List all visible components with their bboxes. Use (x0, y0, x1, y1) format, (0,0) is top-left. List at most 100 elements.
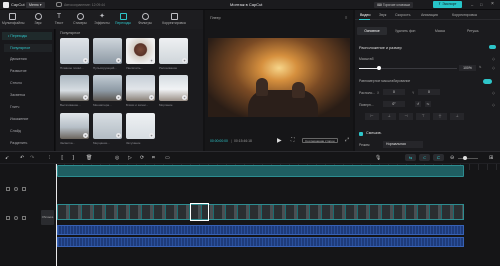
sidebar-item-glitch[interactable]: Глитч (4, 103, 52, 111)
align-left-icon[interactable]: ⊢ (365, 113, 379, 120)
add-icon[interactable]: + (116, 133, 121, 138)
add-icon[interactable]: + (116, 58, 121, 63)
align-center-icon[interactable]: ⊥ (382, 113, 396, 120)
audio-icon[interactable] (22, 216, 26, 220)
delete-icon[interactable]: 🗑 (86, 155, 92, 161)
zoom-slider-handle[interactable] (463, 156, 467, 160)
split-icon[interactable]: ⫶ (49, 155, 50, 161)
tab-speed[interactable]: Скорость (395, 13, 411, 17)
lock-icon[interactable] (6, 187, 10, 191)
tool-audio[interactable]: Звук (28, 11, 48, 28)
keyframe-icon[interactable]: ◇ (492, 65, 495, 70)
align-bottom-icon[interactable]: ⊥ (450, 113, 464, 120)
subtab-basic[interactable]: Основное (357, 27, 387, 35)
transition-thumb[interactable]: + (126, 75, 155, 101)
microphone-icon[interactable]: 🎙 (375, 155, 381, 161)
subtab-remove-bg[interactable]: Удалить фон (395, 27, 415, 35)
tab-video[interactable]: Видео (360, 13, 371, 17)
position-y-field[interactable]: 0 (418, 89, 440, 95)
align-top-icon[interactable]: ⊤ (416, 113, 430, 120)
blend-mode-select[interactable]: Нормальная (383, 141, 423, 148)
add-icon[interactable]: + (182, 95, 187, 100)
eye-icon[interactable] (14, 216, 18, 220)
overlay-clip[interactable] (57, 165, 464, 177)
transition-thumb[interactable]: + (60, 38, 89, 64)
add-icon[interactable]: + (116, 95, 121, 100)
sidebar-item-split[interactable]: Разделить (4, 139, 52, 147)
flip-icon[interactable]: ⇋ (425, 101, 431, 107)
menu-button[interactable]: Меню ▾ (26, 2, 45, 8)
add-icon[interactable]: + (149, 58, 154, 63)
keyframe-icon[interactable]: ◇ (492, 90, 495, 95)
link-clips-icon[interactable]: ⇆ (405, 154, 416, 161)
sidebar-item-glass[interactable]: Стекло (4, 79, 52, 87)
tab-audio[interactable]: Звук (379, 13, 386, 17)
magnet-icon[interactable]: ⊂ (419, 154, 430, 161)
keyframe-icon[interactable]: ◇ (492, 102, 495, 107)
sidebar-header-transitions[interactable]: • Переходы (2, 32, 52, 40)
add-icon[interactable]: + (182, 58, 187, 63)
tool-transitions[interactable]: Переходы (113, 11, 133, 28)
mirror-icon[interactable]: ▷ (128, 155, 132, 161)
keyboard-shortcuts-button[interactable]: ⌨ Горячие клавиши (374, 2, 414, 8)
add-icon[interactable]: + (149, 133, 154, 138)
toggle-section[interactable] (489, 45, 496, 49)
scale-slider-handle[interactable] (377, 66, 381, 70)
menu-icon[interactable]: ≡ (345, 15, 347, 20)
sidebar-item-distort[interactable]: Искажение (4, 115, 52, 123)
add-icon[interactable]: + (83, 133, 88, 138)
export-button[interactable]: ⇪ Экспорт (433, 1, 462, 8)
select-tool-icon[interactable]: ➹ (5, 155, 9, 161)
rotate-field[interactable]: 0° (383, 101, 405, 107)
preview-axis-icon[interactable]: ⊏ (433, 154, 444, 161)
transition-thumb[interactable]: + (126, 113, 155, 139)
stepper-icon[interactable]: ⇅ (479, 65, 482, 69)
tool-filters[interactable]: Фильтры (135, 11, 155, 28)
keyframe-icon[interactable]: ◇ (492, 56, 495, 61)
add-icon[interactable]: + (83, 95, 88, 100)
transition-thumb[interactable]: + (60, 113, 89, 139)
aspect-ratio-button[interactable]: Соотношение сторон (302, 138, 338, 143)
add-icon[interactable]: + (83, 58, 88, 63)
transition-thumb[interactable]: + (60, 75, 89, 101)
video-track[interactable] (57, 204, 464, 220)
blend-checkbox[interactable] (359, 132, 363, 136)
close-button[interactable]: × (491, 1, 494, 7)
tool-effects[interactable]: ✦ Эффекты (92, 11, 112, 28)
tool-adjust[interactable]: Корректировка (160, 11, 188, 28)
selected-clip[interactable] (190, 203, 209, 221)
rotate-icon[interactable]: ⟳ (140, 155, 144, 161)
freeze-icon[interactable]: ◎ (115, 155, 119, 161)
zoom-slider[interactable] (458, 156, 478, 160)
transition-thumb[interactable]: + (93, 38, 122, 64)
uniform-scale-toggle[interactable] (483, 79, 492, 84)
tool-text[interactable]: T Текст (49, 11, 69, 28)
scale-slider-track[interactable] (359, 66, 457, 70)
eye-icon[interactable] (14, 187, 18, 191)
align-middle-icon[interactable]: ┼ (433, 113, 447, 120)
subtab-retouch[interactable]: Ретушь (467, 27, 479, 35)
transition-thumb[interactable]: + (159, 38, 188, 64)
minimize-button[interactable]: – (471, 2, 473, 7)
subtab-mask[interactable]: Маска (435, 27, 445, 35)
lock-icon[interactable] (6, 216, 10, 220)
position-x-field[interactable]: 0 (383, 89, 405, 95)
sidebar-item-slide[interactable]: Слайд (4, 127, 52, 135)
redo-icon[interactable]: ↷ (30, 155, 34, 161)
sidebar-item-blur[interactable]: Размытие (4, 67, 52, 75)
audio-icon[interactable] (22, 187, 26, 191)
scale-value[interactable]: 100% (459, 65, 476, 71)
play-icon[interactable]: ▶ (277, 137, 282, 144)
split-left-icon[interactable]: ⟦ (61, 155, 63, 161)
fit-timeline-icon[interactable]: ⊞ (489, 155, 493, 161)
expand-icon[interactable]: ⤢ (345, 137, 349, 143)
rotate-left-icon[interactable]: ↺ (415, 101, 421, 107)
sidebar-item-motion[interactable]: Движения (4, 55, 52, 63)
align-right-icon[interactable]: ⊣ (399, 113, 413, 120)
crop-icon[interactable]: ⌗ (152, 155, 155, 161)
transition-thumb[interactable]: + (93, 113, 122, 139)
zoom-out-icon[interactable]: ⊖ (450, 155, 454, 161)
ratio-icon[interactable]: ▭ (165, 155, 170, 161)
audio-track[interactable] (57, 237, 464, 247)
tool-stickers[interactable]: Стикеры (70, 11, 90, 28)
